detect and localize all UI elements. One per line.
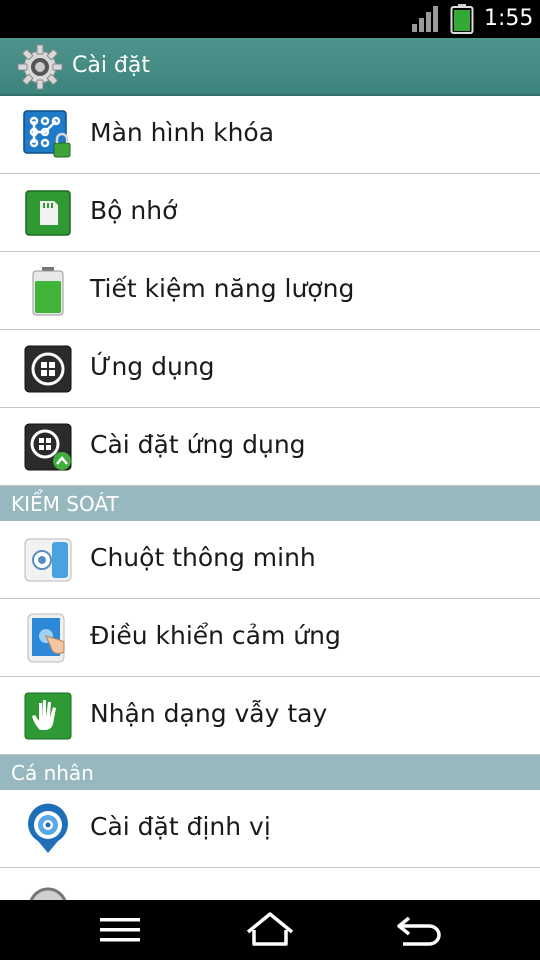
menu-icon[interactable]: [95, 910, 145, 950]
smart-mouse-icon: [24, 538, 72, 582]
section-header-personal: Cá nhân: [0, 755, 540, 790]
settings-item-label: Tiết kiệm năng lượng: [90, 274, 355, 303]
status-time: 1:55: [484, 6, 534, 31]
settings-item-app-settings[interactable]: Cài đặt ứng dụng: [0, 408, 540, 486]
action-bar: Cài đặt: [0, 38, 540, 96]
settings-item-touch-control[interactable]: Điều khiển cảm ứng: [0, 599, 540, 677]
settings-item-label: Cài đặt định vị: [90, 812, 271, 841]
settings-item-lock-screen[interactable]: Màn hình khóa: [0, 96, 540, 174]
settings-item-smart-mouse[interactable]: Chuột thông minh: [0, 521, 540, 599]
settings-item-label: Điều khiển cảm ứng: [90, 621, 341, 650]
app-settings-icon: [24, 423, 72, 471]
battery-icon: [450, 4, 474, 34]
partial-item-icon: [29, 887, 67, 900]
settings-item-power-saving[interactable]: Tiết kiệm năng lượng: [0, 252, 540, 330]
settings-item-hand-wave[interactable]: Nhận dạng vẫy tay: [0, 677, 540, 755]
settings-item-apps[interactable]: Ứng dụng: [0, 330, 540, 408]
settings-item-label: Màn hình khóa: [90, 118, 275, 147]
apps-icon: [24, 345, 72, 393]
settings-item-label: Bộ nhớ: [90, 196, 178, 225]
section-header-control: KIỂM SOÁT: [0, 486, 540, 521]
settings-item-label: Ứng dụng: [90, 352, 215, 381]
battery-saver-icon: [32, 267, 64, 316]
navigation-bar: [0, 900, 540, 960]
touch-control-icon: [27, 613, 65, 663]
signal-icon: [412, 6, 438, 32]
back-icon[interactable]: [395, 910, 445, 950]
lock-screen-icon: [23, 110, 71, 158]
settings-item-label: Cài đặt ứng dụng: [90, 430, 306, 459]
location-icon: [28, 803, 68, 853]
status-bar: 1:55: [0, 0, 540, 38]
settings-item-partial[interactable]: [0, 868, 540, 900]
settings-gear-icon[interactable]: [16, 43, 64, 91]
settings-item-label: Nhận dạng vẫy tay: [90, 699, 328, 728]
settings-item-location[interactable]: Cài đặt định vị: [0, 790, 540, 868]
settings-item-storage[interactable]: Bộ nhớ: [0, 174, 540, 252]
storage-sd-card-icon: [25, 190, 71, 236]
hand-wave-icon: [24, 692, 72, 740]
home-icon[interactable]: [245, 910, 295, 950]
settings-item-label: Chuột thông minh: [90, 543, 316, 572]
settings-list[interactable]: Màn hình khóa Bộ nhớ Tiết kiệm năng lượn…: [0, 96, 540, 900]
page-title: Cài đặt: [72, 53, 151, 78]
